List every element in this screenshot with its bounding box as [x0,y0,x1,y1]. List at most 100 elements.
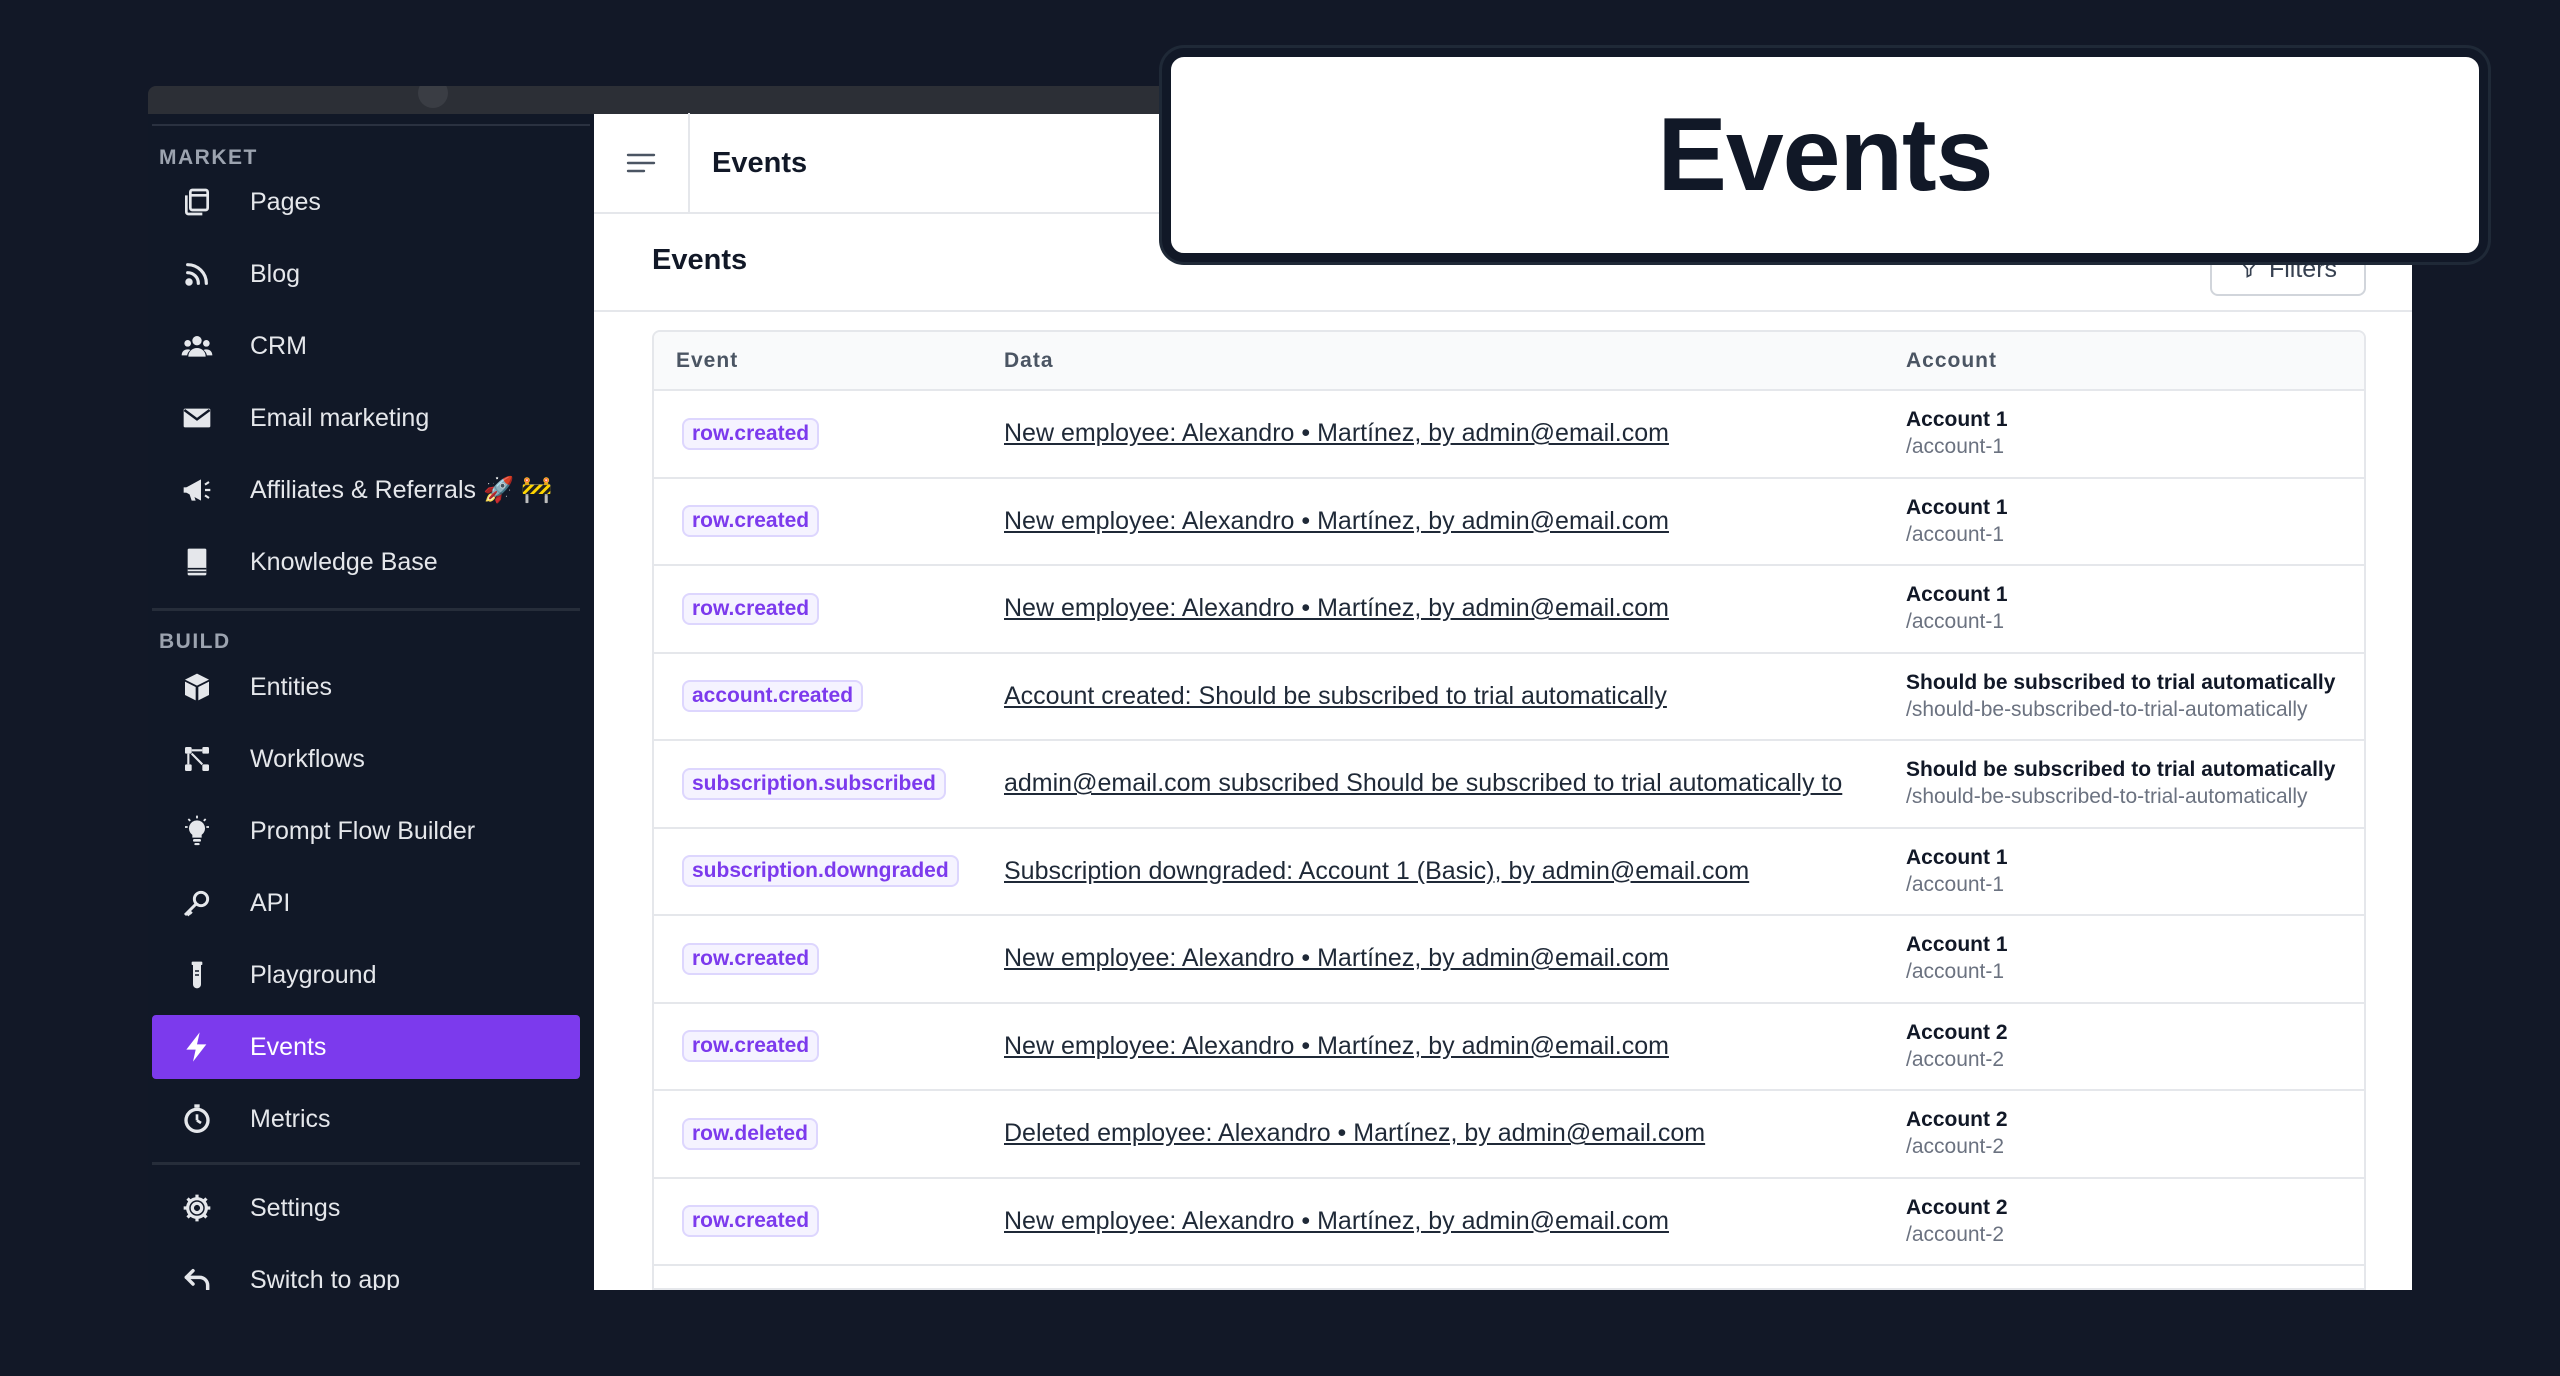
sidebar-item-label: Entities [250,672,332,701]
table-row[interactable]: row.created New employee: Alexandro • Mar… [654,477,2364,566]
sidebar-divider [152,1162,580,1165]
sidebar-item-events[interactable]: Events [152,1015,580,1079]
column-header-account[interactable]: Account [1906,332,2364,391]
account-slug: /account-2 [1906,1222,2005,1246]
event-data-link[interactable]: New employee: Alexandro • Martínez, by a… [1004,507,1669,535]
gear-icon [180,1191,214,1225]
table-row[interactable]: row.created New employee: Alexandro • Mar… [654,565,2364,654]
event-data-link[interactable]: New employee: Alexandro • Martínez, by a… [1004,594,1669,622]
account-cell: Should be subscribed to trial automatica… [1906,740,2364,829]
envelope-icon [180,401,214,435]
account-cell: Account 1/account-1 [1906,827,2364,916]
sidebar-divider [152,608,580,611]
account-cell: Account 1/account-1 [1906,565,2364,654]
event-data-link[interactable]: New employee: Alexandro • Martínez, by a… [1004,419,1669,447]
column-header-data[interactable]: Data [1004,332,1906,391]
sidebar-item-metrics[interactable]: Metrics [152,1087,580,1151]
account-cell: Account 2/account-2 [1906,1002,2364,1091]
test-tube-icon [180,958,214,992]
account-slug: /account-1 [1906,522,2005,546]
callout-title: Events [1657,96,1993,213]
table-row[interactable]: row.created New employee: Alexandro • Mar… [654,1002,2364,1091]
account-name: Account 1 [1906,933,2008,957]
table-row[interactable]: row.created New employee: Alexandro • Mar… [654,1177,2364,1266]
account-cell: Account 2/account-2 [1906,1177,2364,1266]
sidebar-item-settings[interactable]: Settings [152,1176,580,1240]
sidebar-item-api[interactable]: API [152,871,580,935]
sidebar-item-crm[interactable]: CRM [152,314,580,378]
browser-window: MARKET Pages Blog CRM Email marketing Af… [148,86,2412,1290]
pages-icon [180,185,214,219]
sidebar-item-switch-to-app[interactable]: Switch to app [152,1248,580,1290]
table-row[interactable]: subscription.downgraded Subscription down… [654,827,2364,916]
event-cell: row.created [654,565,1004,654]
event-badge: row.created [682,1030,820,1063]
event-data-link[interactable]: Subscription downgraded: Account 1 (Basi… [1004,857,1749,885]
event-badge: row.created [682,942,820,975]
event-data-link[interactable]: admin@email.com subscribed Should be sub… [1004,769,1842,797]
sidebar-item-label: Playground [250,960,377,989]
sidebar-item-entities[interactable]: Entities [152,655,580,719]
sidebar-item-pages[interactable]: Pages [152,170,580,234]
table-row[interactable]: row.created New employee: Alexandro • Mar… [654,915,2364,1004]
event-data-link[interactable]: New employee: Alexandro • Martínez, by a… [1004,944,1669,972]
table-row[interactable]: row.created New employee: Alexandro • Mar… [654,390,2364,479]
data-cell: Deleted employee: Alexandro • Martínez, … [1004,1090,1906,1179]
account-slug: /account-1 [1906,960,2005,984]
browser-tab[interactable] [418,86,448,108]
event-badge: row.deleted [682,1117,818,1150]
account-cell: Should be subscribed to trial automatica… [1906,652,2364,741]
event-badge: row.created [682,1205,820,1238]
megaphone-icon [180,473,214,507]
table-row[interactable]: subscription.subscribed admin@email.com s… [654,740,2364,829]
event-badge: row.created [682,592,820,625]
data-cell: New employee: Alexandro • Martínez, by a… [1004,1002,1906,1091]
sidebar-item-label: CRM [250,331,307,360]
table-row[interactable]: row.deleted Deleted employee: Alexandro •… [654,1090,2364,1179]
sidebar-item-knowledge-base[interactable]: Knowledge Base [152,530,580,594]
account-name: Account 1 [1906,495,2008,519]
event-data-link[interactable]: New employee: Alexandro • Martínez, by a… [1004,1207,1669,1235]
account-name: Should be subscribed to trial automatica… [1906,670,2336,694]
account-cell: Account 1/account-1 [1906,390,2364,479]
users-icon [180,329,214,363]
sidebar-item-workflows[interactable]: Workflows [152,727,580,791]
section-title-build: BUILD [159,630,231,653]
sidebar-item-label: Email marketing [250,403,430,432]
sidebar-item-label: Events [250,1032,327,1061]
account-slug: /account-1 [1906,872,2005,896]
event-cell: subscription.subscribed [654,740,1004,829]
menu-icon [626,153,656,173]
account-cell: Account 1/account-1 [1906,915,2364,1004]
sidebar: MARKET Pages Blog CRM Email marketing Af… [148,114,594,1290]
sidebar-item-email-marketing[interactable]: Email marketing [152,386,580,450]
account-cell: Account 2/account-2 [1906,1090,2364,1179]
sidebar-item-affiliates[interactable]: Affiliates & Referrals 🚀 🚧 [152,458,580,522]
account-name: Account 1 [1906,583,2008,607]
column-header-event[interactable]: Event [654,332,1004,391]
account-slug: /should-be-subscribed-to-trial-automatic… [1906,697,2308,721]
section-title-market: MARKET [159,146,258,169]
lightbulb-icon [180,814,214,848]
sidebar-item-prompt-flow-builder[interactable]: Prompt Flow Builder [152,799,580,863]
data-cell: New employee: Alexandro • Martínez, by a… [1004,1177,1906,1266]
event-data-link[interactable]: New employee: Alexandro • Martínez, by a… [1004,1032,1669,1060]
sidebar-item-blog[interactable]: Blog [152,242,580,306]
rss-icon [180,257,214,291]
menu-toggle-button[interactable] [594,113,690,213]
undo-arrow-icon [180,1263,214,1290]
sidebar-item-playground[interactable]: Playground [152,943,580,1007]
sidebar-item-label: Workflows [250,744,365,773]
account-name: Account 1 [1906,408,2008,432]
sidebar-item-label: API [250,888,291,917]
account-name: Account 2 [1906,1108,2008,1132]
table-header-row: Event Data Account [654,332,2364,391]
table-row[interactable]: account.created Account created: Should b… [654,652,2364,741]
account-name: Account 1 [1906,845,2008,869]
event-cell: row.created [654,390,1004,479]
account-name: Account 2 [1906,1020,2008,1044]
event-data-link[interactable]: Deleted employee: Alexandro • Martínez, … [1004,1119,1705,1147]
event-data-link[interactable]: Account created: Should be subscribed to… [1004,682,1667,710]
event-cell: subscription.downgraded [654,827,1004,916]
account-slug: /account-2 [1906,1047,2005,1071]
